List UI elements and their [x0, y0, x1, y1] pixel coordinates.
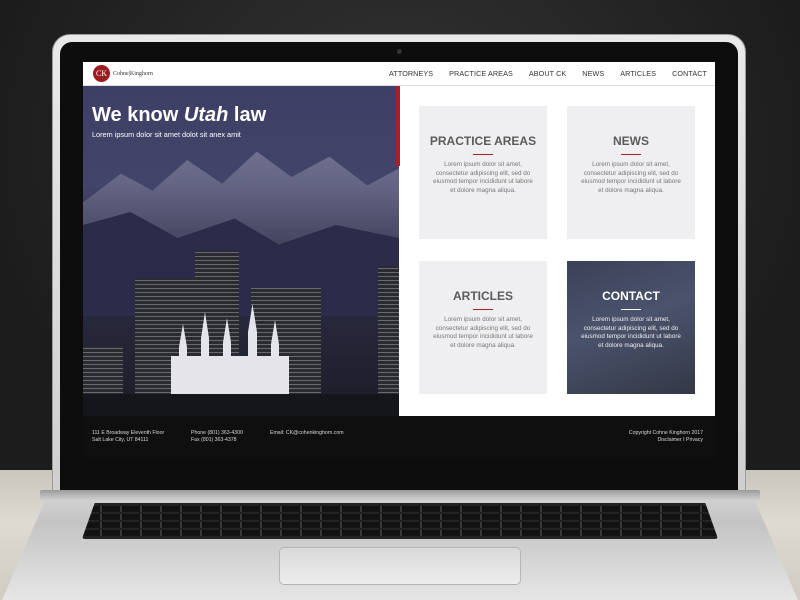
legal-links[interactable]: Disclaimer I Privacy [629, 437, 703, 444]
city-skyline-image [83, 236, 399, 416]
card-title: ARTICLES [453, 289, 513, 303]
webcam-icon [397, 49, 402, 54]
nav-articles[interactable]: ARTICLES [620, 69, 656, 78]
nav-about[interactable]: ABOUT CK [529, 69, 566, 78]
trackpad [279, 547, 521, 585]
card-title: NEWS [613, 134, 649, 148]
nav-contact[interactable]: CONTACT [672, 69, 707, 78]
key-row [82, 506, 718, 512]
footer-phone: Phone (801) 363-4300 Fax (801) 363-4378 [191, 430, 243, 444]
feature-cards: PRACTICE AREAS Lorem ipsum dolor sit ame… [399, 86, 715, 416]
nav-attorneys[interactable]: ATTORNEYS [389, 69, 433, 78]
key-row [82, 530, 718, 536]
address-line: Salt Lake City, UT 84111 [92, 437, 149, 443]
footer-email: Email: CK@cohenkinghorn.com [270, 430, 344, 437]
key-row [82, 514, 718, 520]
key-row [82, 522, 718, 528]
site-logo[interactable]: CK Cohne|Kinghorn [93, 65, 153, 82]
card-divider [621, 154, 641, 155]
tree-line [83, 394, 399, 416]
card-title: PRACTICE AREAS [429, 134, 537, 148]
card-divider [473, 154, 493, 155]
card-text: Lorem ipsum dolor sit amet, consectetur … [581, 161, 681, 194]
card-text: Lorem ipsum dolor sit amet, consectetur … [581, 316, 681, 349]
card-title: CONTACT [602, 289, 660, 303]
fax-number: Fax (801) 363-4378 [191, 437, 237, 443]
card-divider [621, 309, 641, 310]
address-line: 111 E Broadway Eleventh Floor [92, 430, 165, 436]
footer-address: 111 E Broadway Eleventh Floor Salt Lake … [92, 430, 164, 444]
site-footer: 111 E Broadway Eleventh Floor Salt Lake … [83, 416, 715, 458]
laptop-screen: CK Cohne|Kinghorn ATTORNEYS PRACTICE ARE… [83, 62, 715, 458]
accent-bar [396, 86, 400, 166]
keyboard [82, 503, 718, 539]
hero-subtitle: Lorem ipsum dolor sit amet dolot sit ane… [92, 130, 241, 139]
logo-mark: CK [93, 65, 110, 82]
card-divider [473, 309, 493, 310]
card-practice-areas[interactable]: PRACTICE AREAS Lorem ipsum dolor sit ame… [419, 106, 547, 239]
card-articles[interactable]: ARTICLES Lorem ipsum dolor sit amet, con… [419, 261, 547, 394]
footer-legal: Copyright Cohne Kinghorn 2017 Disclaimer… [629, 430, 703, 444]
copyright: Copyright Cohne Kinghorn 2017 [628, 430, 703, 436]
card-text: Lorem ipsum dolor sit amet, consectetur … [433, 316, 533, 349]
logo-wordmark: Cohne|Kinghorn [113, 70, 153, 77]
email-link[interactable]: Email: CK@cohenkinghorn.com [270, 430, 344, 437]
nav-practice-areas[interactable]: PRACTICE AREAS [449, 69, 513, 78]
main-menu: ATTORNEYS PRACTICE AREAS ABOUT CK NEWS A… [389, 69, 707, 78]
laptop-hinge [40, 490, 760, 500]
phone-number[interactable]: Phone (801) 363-4300 [191, 430, 243, 437]
card-news[interactable]: NEWS Lorem ipsum dolor sit amet, consect… [567, 106, 695, 239]
card-contact[interactable]: CONTACT Lorem ipsum dolor sit amet, cons… [567, 261, 695, 394]
hero-section: We know Utah law Lorem ipsum dolor sit a… [83, 86, 399, 416]
card-text: Lorem ipsum dolor sit amet, consectetur … [433, 161, 533, 194]
hero-title: We know Utah law [92, 104, 267, 126]
top-navigation: CK Cohne|Kinghorn ATTORNEYS PRACTICE ARE… [83, 62, 715, 86]
nav-news[interactable]: NEWS [582, 69, 604, 78]
